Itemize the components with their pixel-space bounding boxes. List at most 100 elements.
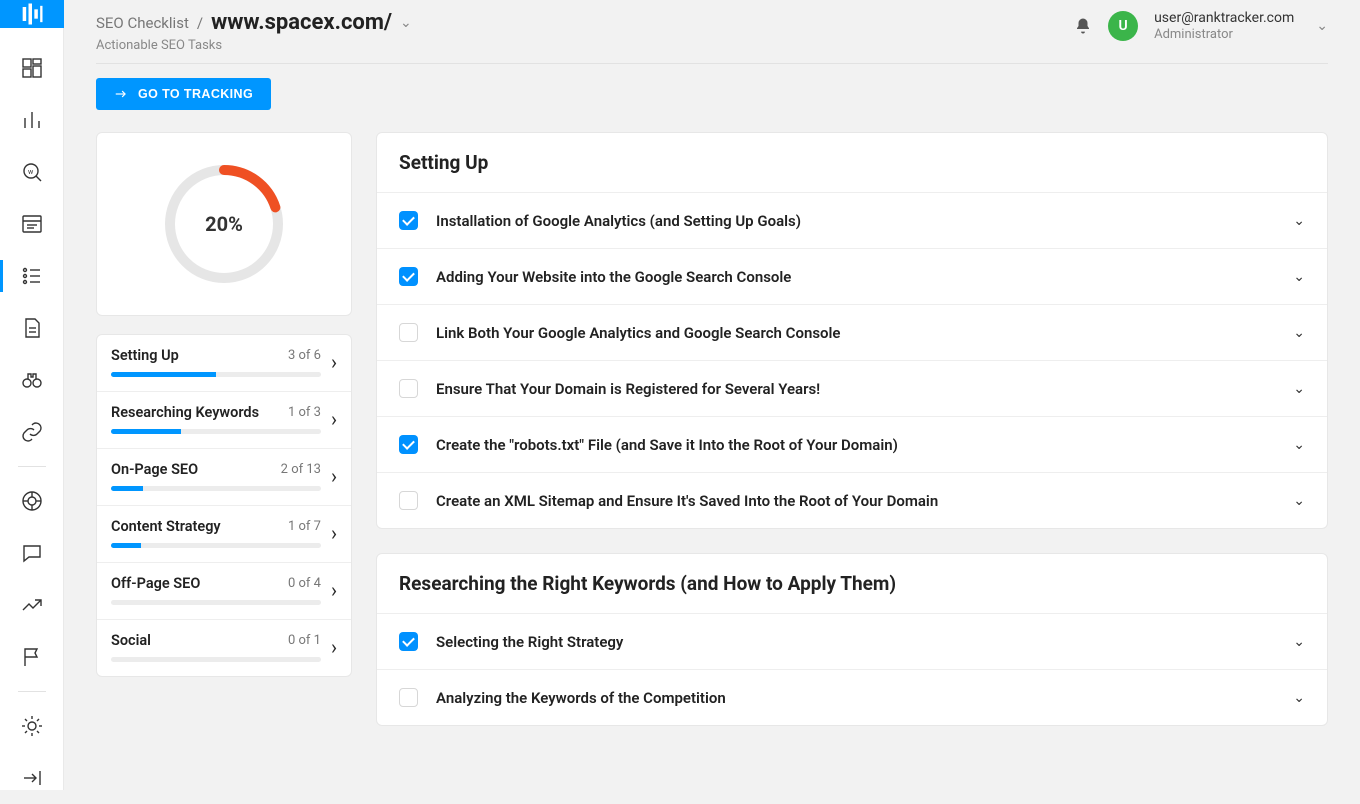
task-label: Selecting the Right Strategy <box>436 633 1275 651</box>
chevron-right-icon: › <box>331 407 337 431</box>
chevron-down-icon[interactable]: ⌄ <box>1293 437 1305 453</box>
chat-icon <box>20 541 44 565</box>
chevron-down-icon[interactable]: ⌄ <box>1293 493 1305 509</box>
chevron-down-icon[interactable]: ⌄ <box>1293 213 1305 229</box>
category-row[interactable]: Setting Up3 of 6› <box>97 335 351 392</box>
nav-trends[interactable] <box>0 579 64 631</box>
link-icon <box>20 420 44 444</box>
task-row[interactable]: Create an XML Sitemap and Ensure It's Sa… <box>377 473 1327 528</box>
task-label: Create the "robots.txt" File (and Save i… <box>436 436 1275 454</box>
bar-chart-icon <box>20 108 44 132</box>
task-row[interactable]: Selecting the Right Strategy ⌄ <box>377 614 1327 670</box>
task-label: Analyzing the Keywords of the Competitio… <box>436 689 1275 707</box>
task-row[interactable]: Installation of Google Analytics (and Se… <box>377 193 1327 249</box>
nav-keyword-research[interactable]: w <box>0 146 64 198</box>
category-row[interactable]: Off-Page SEO0 of 4› <box>97 563 351 620</box>
category-title: Social <box>111 632 151 649</box>
progress-gauge-card: 20% <box>96 132 352 316</box>
nav-flag[interactable] <box>0 631 64 683</box>
task-checkbox[interactable] <box>399 267 418 286</box>
task-row[interactable]: Adding Your Website into the Google Sear… <box>377 249 1327 305</box>
category-progress-bar <box>111 486 321 491</box>
nav-dashboard[interactable] <box>0 42 64 94</box>
task-checkbox[interactable] <box>399 632 418 651</box>
nav-research[interactable] <box>0 354 64 406</box>
nav-serp[interactable] <box>0 198 64 250</box>
task-row[interactable]: Ensure That Your Domain is Registered fo… <box>377 361 1327 417</box>
chevron-down-icon[interactable]: ⌄ <box>1293 325 1305 341</box>
menu-collapse-icon <box>20 766 44 790</box>
task-row[interactable]: Create the "robots.txt" File (and Save i… <box>377 417 1327 473</box>
category-row[interactable]: Researching Keywords1 of 3› <box>97 392 351 449</box>
task-label: Create an XML Sitemap and Ensure It's Sa… <box>436 492 1275 510</box>
breadcrumb-domain[interactable]: www.spacex.com/ <box>211 10 392 35</box>
category-row[interactable]: Social 0 of 1 › <box>97 620 351 676</box>
chevron-down-icon[interactable]: ⌄ <box>1293 381 1305 397</box>
nav-checklist[interactable] <box>0 250 64 302</box>
magnifier-globe-icon: w <box>20 160 44 184</box>
chevron-right-icon: › <box>331 635 337 659</box>
avatar[interactable]: U <box>1108 11 1138 41</box>
task-checkbox[interactable] <box>399 323 418 342</box>
task-checkbox[interactable] <box>399 491 418 510</box>
category-count: 2 of 13 <box>281 462 321 477</box>
task-checkbox[interactable] <box>399 688 418 707</box>
category-row[interactable]: Content Strategy1 of 7› <box>97 506 351 563</box>
category-count: 1 of 7 <box>288 519 321 534</box>
category-count: 0 of 1 <box>288 633 321 648</box>
category-progress-bar <box>111 543 321 548</box>
task-checkbox[interactable] <box>399 211 418 230</box>
logo[interactable] <box>0 0 64 28</box>
category-progress-bar <box>111 657 321 662</box>
trend-icon <box>20 593 44 617</box>
category-progress-bar <box>111 429 321 434</box>
section-title: Setting Up <box>377 133 1327 193</box>
category-progress-bar <box>111 372 321 377</box>
task-label: Link Both Your Google Analytics and Goog… <box>436 324 1275 342</box>
nav-analytics[interactable] <box>0 94 64 146</box>
logo-icon <box>18 0 46 28</box>
chevron-down-icon[interactable]: ⌄ <box>1293 690 1305 706</box>
task-checkbox[interactable] <box>399 379 418 398</box>
go-to-tracking-label: GO TO TRACKING <box>138 87 253 101</box>
arrow-right-icon <box>114 87 128 101</box>
brightness-icon <box>20 714 44 738</box>
chevron-right-icon: › <box>331 521 337 545</box>
breadcrumb-sep: / <box>197 14 203 32</box>
task-checkbox[interactable] <box>399 435 418 454</box>
serp-icon <box>20 212 44 236</box>
bell-icon <box>1074 17 1092 35</box>
notifications-button[interactable] <box>1074 17 1092 35</box>
task-row[interactable]: Link Both Your Google Analytics and Goog… <box>377 305 1327 361</box>
support-icon <box>20 489 44 513</box>
nav-support[interactable] <box>0 475 64 527</box>
user-menu-toggle[interactable]: ⌄ <box>1316 18 1328 34</box>
breadcrumb-module[interactable]: SEO Checklist <box>96 14 189 32</box>
nav-chat[interactable] <box>0 527 64 579</box>
go-to-tracking-button[interactable]: GO TO TRACKING <box>96 78 271 110</box>
chevron-down-icon[interactable]: ⌄ <box>1293 634 1305 650</box>
category-row[interactable]: On-Page SEO2 of 13› <box>97 449 351 506</box>
dashboard-icon <box>20 56 44 80</box>
category-progress-bar <box>111 600 321 605</box>
progress-gauge: 20% <box>159 159 289 289</box>
category-title: Off-Page SEO <box>111 575 200 592</box>
section-title: Researching the Right Keywords (and How … <box>377 554 1327 614</box>
chevron-right-icon: › <box>331 464 337 488</box>
nav-theme[interactable] <box>0 700 64 752</box>
binoculars-icon <box>20 368 44 392</box>
task-label: Ensure That Your Domain is Registered fo… <box>436 380 1275 398</box>
flag-icon <box>20 645 44 669</box>
nav-collapse[interactable] <box>0 752 64 804</box>
document-icon <box>20 316 44 340</box>
chevron-down-icon[interactable]: ⌄ <box>1293 269 1305 285</box>
chevron-down-icon[interactable]: ⌄ <box>400 15 412 31</box>
sections-container: Setting UpInstallation of Google Analyti… <box>376 132 1328 726</box>
user-role: Administrator <box>1154 27 1294 43</box>
category-title: Researching Keywords <box>111 404 259 421</box>
svg-text:w: w <box>28 168 34 176</box>
task-row[interactable]: Analyzing the Keywords of the Competitio… <box>377 670 1327 725</box>
user-email: user@ranktracker.com <box>1154 10 1294 27</box>
nav-document[interactable] <box>0 302 64 354</box>
nav-backlinks[interactable] <box>0 406 64 458</box>
